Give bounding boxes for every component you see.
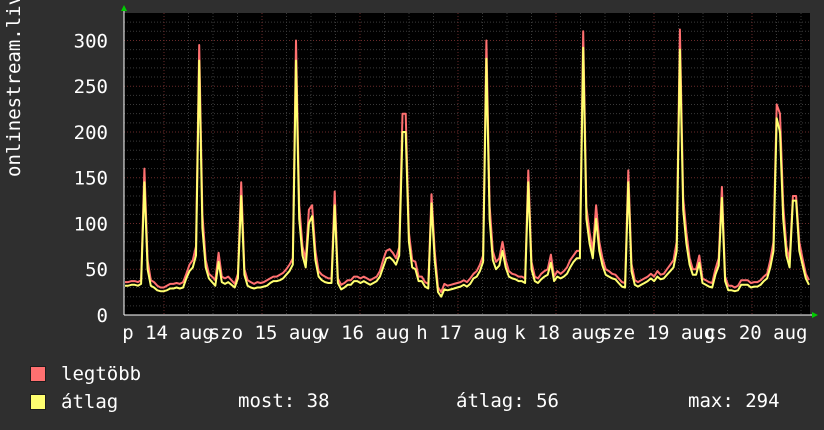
x-tick-label: k 18 aug bbox=[514, 322, 606, 344]
legend-label-avg: átlag bbox=[61, 391, 119, 413]
chart: 0 50 100 150 200 250 300 p 14 augszo 15 augv 16… bbox=[74, 5, 818, 344]
x-tick-label: h 17 aug bbox=[416, 322, 508, 344]
y-tick-label: 200 bbox=[74, 122, 108, 144]
y-axis-label-text: onlinestream.live bbox=[3, 0, 25, 177]
y-tick-label: 100 bbox=[74, 213, 108, 235]
y-tick-label: 300 bbox=[74, 30, 108, 52]
x-tick-label: sze 19 aug bbox=[601, 322, 715, 344]
legend-item-max: legtöbb bbox=[30, 362, 141, 386]
y-tick-label: 0 bbox=[97, 305, 108, 327]
legend-swatch-max bbox=[30, 366, 46, 382]
legend-label-max: legtöbb bbox=[61, 363, 142, 385]
x-tick-label: v 16 aug bbox=[318, 322, 410, 344]
stat-average: átlag: 56 bbox=[456, 390, 559, 412]
stat-max: max: 294 bbox=[688, 390, 780, 412]
stat-current: most: 38 bbox=[238, 390, 330, 412]
y-tick-label: 50 bbox=[85, 259, 108, 281]
x-tick-label: cs 20 aug bbox=[705, 322, 808, 344]
legend-swatch-avg bbox=[30, 394, 46, 410]
x-tick-label: p 14 aug bbox=[122, 322, 214, 344]
x-axis-arrow bbox=[812, 312, 818, 318]
y-axis-arrow bbox=[121, 5, 127, 11]
y-tick-label: 250 bbox=[74, 76, 108, 98]
x-tick-label: szo 15 aug bbox=[209, 322, 323, 344]
y-tick-label: 150 bbox=[74, 168, 108, 190]
y-axis-label: onlinestream.live bbox=[2, 0, 26, 310]
legend-item-avg: átlag bbox=[30, 390, 118, 414]
